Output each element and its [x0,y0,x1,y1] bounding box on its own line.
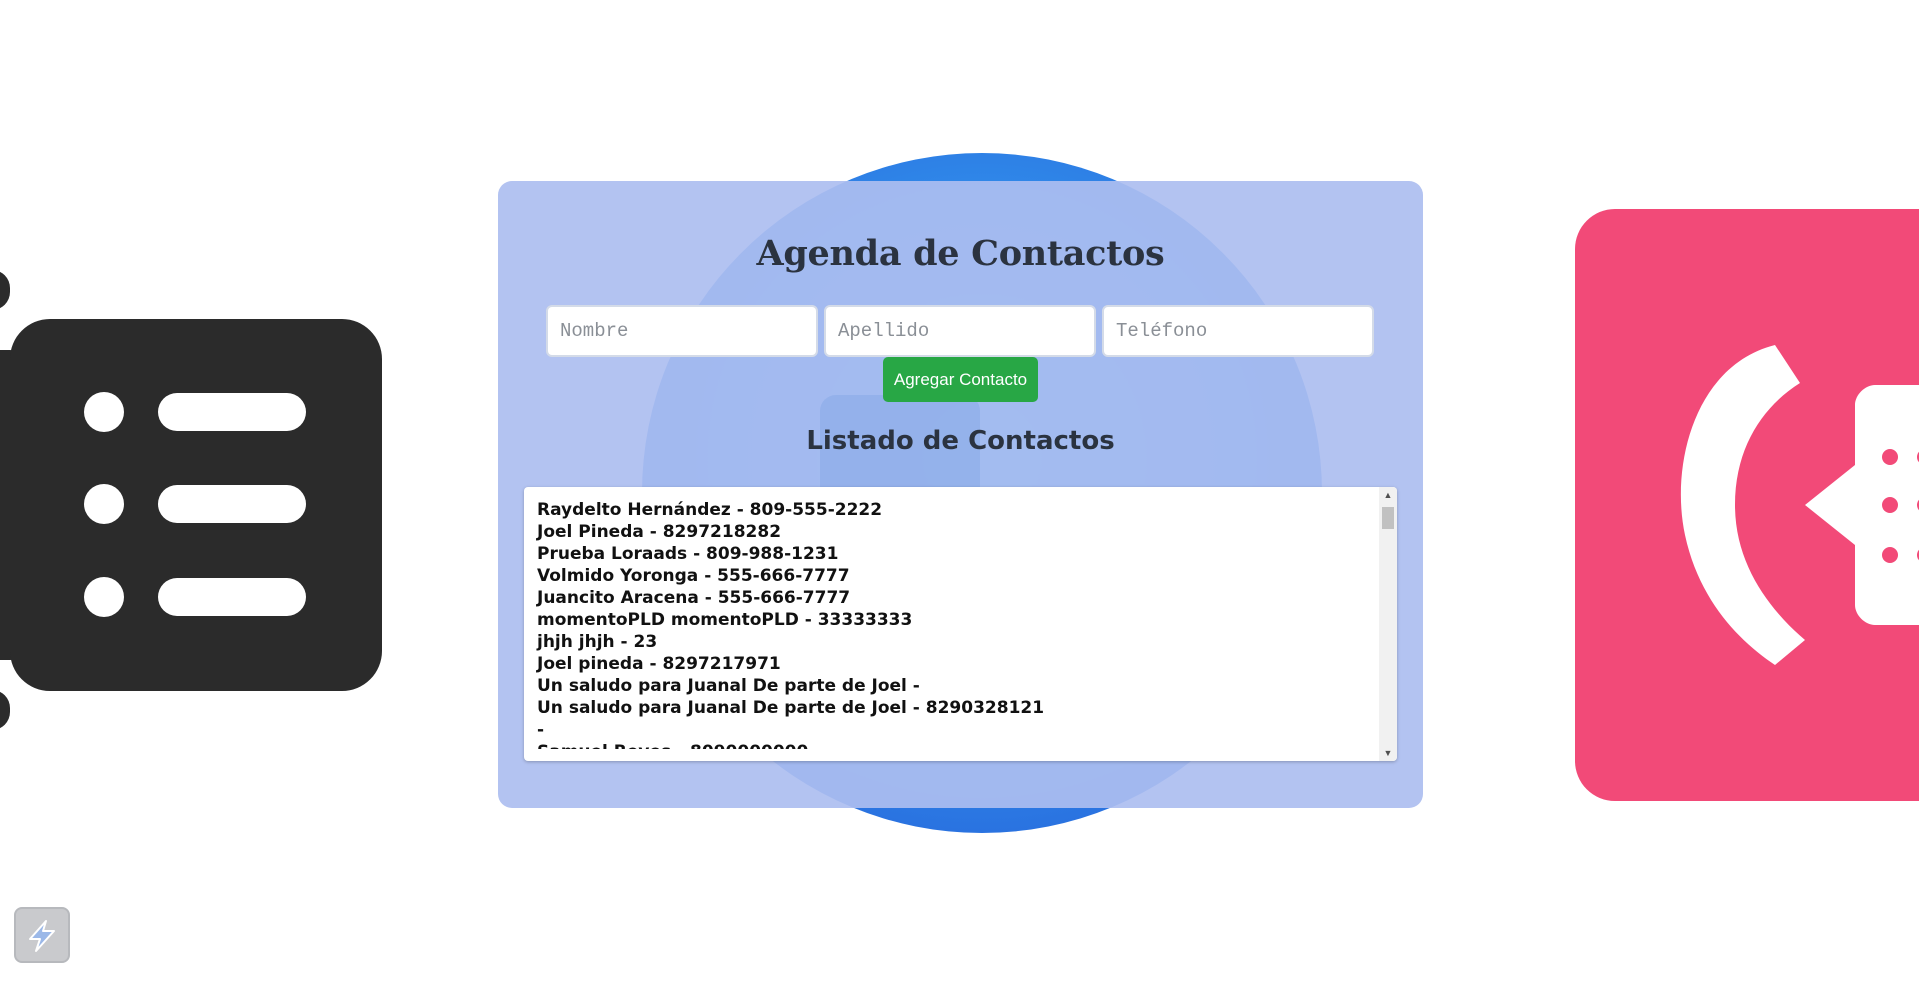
contacts-panel: Agenda de Contactos Agregar Contacto Lis… [498,181,1423,808]
contacts-list-box[interactable]: Raydelto Hernández - 809-555-2222 Joel P… [524,487,1397,761]
scroll-down-arrow-icon[interactable]: ▼ [1379,745,1397,761]
list-item: Prueba Loraads - 809-988-1231 [537,544,839,564]
app-launcher-icon[interactable] [14,907,70,963]
list-item: momentoPLD momentoPLD - 33333333 [537,610,913,630]
list-item: Volmido Yoronga - 555-666-7777 [537,566,850,586]
scroll-up-arrow-icon[interactable]: ▲ [1379,487,1397,503]
list-item: jhjh jhjh - 23 [537,632,658,652]
list-scrollbar[interactable]: ▲ ▼ [1379,487,1397,761]
phone-contact-icon [1575,209,1919,801]
contact-form [546,305,1374,357]
list-icon [0,271,382,729]
scroll-thumb[interactable] [1382,507,1394,529]
telefono-input[interactable] [1102,305,1374,357]
page: Agenda de Contactos Agregar Contacto Lis… [0,0,1919,988]
list-item: - [537,720,545,740]
list-item: Joel Pineda - 8297218282 [537,522,782,542]
contacts-list: Raydelto Hernández - 809-555-2222 Joel P… [524,487,1376,749]
add-contact-button[interactable]: Agregar Contacto [883,357,1038,402]
list-item: Raydelto Hernández - 809-555-2222 [537,500,883,520]
list-heading: Listado de Contactos [806,426,1115,456]
list-item: Joel pineda - 8297217971 [537,654,781,674]
list-item: Juancito Aracena - 555-666-7777 [537,588,851,608]
nombre-input[interactable] [546,305,818,357]
list-item: Samuel Reyes - 8090000000 [537,741,1376,749]
list-item: Un saludo para Juanal De parte de Joel - [537,676,920,696]
list-item: Un saludo para Juanal De parte de Joel -… [537,698,1045,718]
page-title: Agenda de Contactos [756,233,1165,274]
apellido-input[interactable] [824,305,1096,357]
lightning-icon [29,920,55,952]
